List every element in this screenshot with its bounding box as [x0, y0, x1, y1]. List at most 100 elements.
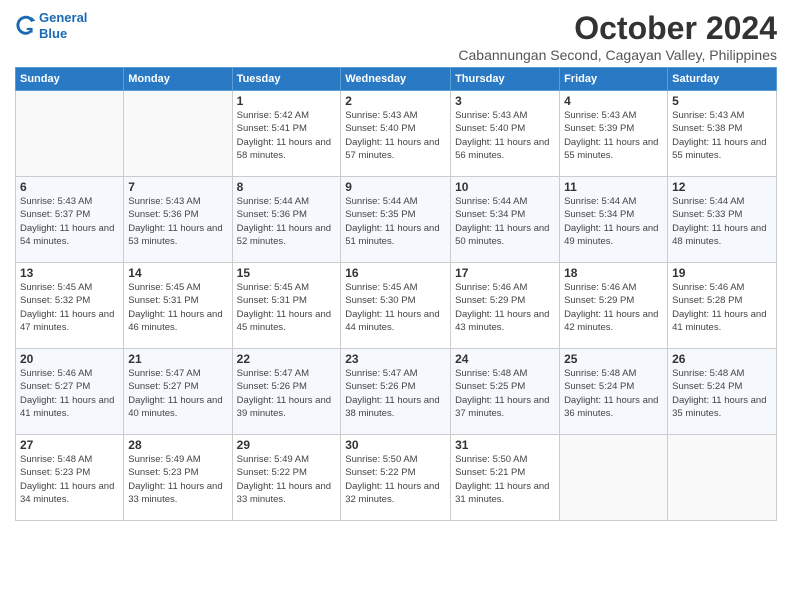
calendar-week-row: 27Sunrise: 5:48 AM Sunset: 5:23 PM Dayli…	[16, 435, 777, 521]
calendar-cell: 19Sunrise: 5:46 AM Sunset: 5:28 PM Dayli…	[668, 263, 777, 349]
day-number: 3	[455, 94, 555, 108]
day-info: Sunrise: 5:48 AM Sunset: 5:24 PM Dayligh…	[564, 367, 663, 420]
day-number: 26	[672, 352, 772, 366]
day-info: Sunrise: 5:45 AM Sunset: 5:31 PM Dayligh…	[237, 281, 337, 334]
header: General Blue October 2024 Cabannungan Se…	[15, 10, 777, 63]
day-info: Sunrise: 5:43 AM Sunset: 5:37 PM Dayligh…	[20, 195, 119, 248]
day-number: 23	[345, 352, 446, 366]
calendar-day-header: Monday	[124, 68, 232, 91]
day-number: 7	[128, 180, 227, 194]
day-number: 6	[20, 180, 119, 194]
calendar-header-row: SundayMondayTuesdayWednesdayThursdayFrid…	[16, 68, 777, 91]
day-number: 12	[672, 180, 772, 194]
day-info: Sunrise: 5:43 AM Sunset: 5:40 PM Dayligh…	[455, 109, 555, 162]
calendar-day-header: Sunday	[16, 68, 124, 91]
day-number: 18	[564, 266, 663, 280]
calendar-week-row: 20Sunrise: 5:46 AM Sunset: 5:27 PM Dayli…	[16, 349, 777, 435]
day-number: 16	[345, 266, 446, 280]
calendar-cell: 24Sunrise: 5:48 AM Sunset: 5:25 PM Dayli…	[451, 349, 560, 435]
calendar-cell: 10Sunrise: 5:44 AM Sunset: 5:34 PM Dayli…	[451, 177, 560, 263]
day-number: 17	[455, 266, 555, 280]
day-number: 24	[455, 352, 555, 366]
calendar-cell: 31Sunrise: 5:50 AM Sunset: 5:21 PM Dayli…	[451, 435, 560, 521]
title-block: October 2024 Cabannungan Second, Cagayan…	[458, 10, 777, 63]
day-number: 11	[564, 180, 663, 194]
day-number: 30	[345, 438, 446, 452]
day-info: Sunrise: 5:50 AM Sunset: 5:21 PM Dayligh…	[455, 453, 555, 506]
calendar-cell	[668, 435, 777, 521]
calendar-cell: 26Sunrise: 5:48 AM Sunset: 5:24 PM Dayli…	[668, 349, 777, 435]
day-info: Sunrise: 5:43 AM Sunset: 5:38 PM Dayligh…	[672, 109, 772, 162]
day-number: 31	[455, 438, 555, 452]
day-info: Sunrise: 5:48 AM Sunset: 5:24 PM Dayligh…	[672, 367, 772, 420]
day-number: 9	[345, 180, 446, 194]
page: General Blue October 2024 Cabannungan Se…	[0, 0, 792, 612]
day-info: Sunrise: 5:46 AM Sunset: 5:29 PM Dayligh…	[564, 281, 663, 334]
day-number: 25	[564, 352, 663, 366]
calendar-cell: 22Sunrise: 5:47 AM Sunset: 5:26 PM Dayli…	[232, 349, 341, 435]
day-info: Sunrise: 5:44 AM Sunset: 5:35 PM Dayligh…	[345, 195, 446, 248]
day-info: Sunrise: 5:44 AM Sunset: 5:33 PM Dayligh…	[672, 195, 772, 248]
day-number: 4	[564, 94, 663, 108]
calendar-cell: 7Sunrise: 5:43 AM Sunset: 5:36 PM Daylig…	[124, 177, 232, 263]
day-info: Sunrise: 5:49 AM Sunset: 5:22 PM Dayligh…	[237, 453, 337, 506]
day-number: 2	[345, 94, 446, 108]
main-title: October 2024	[458, 10, 777, 47]
day-info: Sunrise: 5:43 AM Sunset: 5:36 PM Dayligh…	[128, 195, 227, 248]
calendar-day-header: Saturday	[668, 68, 777, 91]
calendar-cell: 14Sunrise: 5:45 AM Sunset: 5:31 PM Dayli…	[124, 263, 232, 349]
day-number: 22	[237, 352, 337, 366]
calendar-cell: 25Sunrise: 5:48 AM Sunset: 5:24 PM Dayli…	[560, 349, 668, 435]
calendar-cell: 29Sunrise: 5:49 AM Sunset: 5:22 PM Dayli…	[232, 435, 341, 521]
logo-icon	[15, 15, 37, 37]
calendar-cell	[560, 435, 668, 521]
day-number: 27	[20, 438, 119, 452]
calendar-table: SundayMondayTuesdayWednesdayThursdayFrid…	[15, 67, 777, 521]
calendar-week-row: 6Sunrise: 5:43 AM Sunset: 5:37 PM Daylig…	[16, 177, 777, 263]
day-info: Sunrise: 5:45 AM Sunset: 5:31 PM Dayligh…	[128, 281, 227, 334]
day-number: 5	[672, 94, 772, 108]
calendar-cell: 3Sunrise: 5:43 AM Sunset: 5:40 PM Daylig…	[451, 91, 560, 177]
day-info: Sunrise: 5:46 AM Sunset: 5:29 PM Dayligh…	[455, 281, 555, 334]
calendar-cell: 9Sunrise: 5:44 AM Sunset: 5:35 PM Daylig…	[341, 177, 451, 263]
day-info: Sunrise: 5:43 AM Sunset: 5:39 PM Dayligh…	[564, 109, 663, 162]
calendar-week-row: 13Sunrise: 5:45 AM Sunset: 5:32 PM Dayli…	[16, 263, 777, 349]
calendar-cell: 15Sunrise: 5:45 AM Sunset: 5:31 PM Dayli…	[232, 263, 341, 349]
calendar-cell: 6Sunrise: 5:43 AM Sunset: 5:37 PM Daylig…	[16, 177, 124, 263]
calendar-cell: 11Sunrise: 5:44 AM Sunset: 5:34 PM Dayli…	[560, 177, 668, 263]
day-info: Sunrise: 5:47 AM Sunset: 5:26 PM Dayligh…	[237, 367, 337, 420]
day-number: 10	[455, 180, 555, 194]
calendar-cell: 30Sunrise: 5:50 AM Sunset: 5:22 PM Dayli…	[341, 435, 451, 521]
day-info: Sunrise: 5:45 AM Sunset: 5:32 PM Dayligh…	[20, 281, 119, 334]
calendar-day-header: Friday	[560, 68, 668, 91]
day-info: Sunrise: 5:46 AM Sunset: 5:28 PM Dayligh…	[672, 281, 772, 334]
calendar-cell	[124, 91, 232, 177]
calendar-day-header: Tuesday	[232, 68, 341, 91]
day-info: Sunrise: 5:50 AM Sunset: 5:22 PM Dayligh…	[345, 453, 446, 506]
day-info: Sunrise: 5:48 AM Sunset: 5:23 PM Dayligh…	[20, 453, 119, 506]
calendar-cell	[16, 91, 124, 177]
logo-text: General Blue	[39, 10, 87, 41]
day-info: Sunrise: 5:49 AM Sunset: 5:23 PM Dayligh…	[128, 453, 227, 506]
day-info: Sunrise: 5:43 AM Sunset: 5:40 PM Dayligh…	[345, 109, 446, 162]
calendar-cell: 1Sunrise: 5:42 AM Sunset: 5:41 PM Daylig…	[232, 91, 341, 177]
calendar-cell: 21Sunrise: 5:47 AM Sunset: 5:27 PM Dayli…	[124, 349, 232, 435]
day-info: Sunrise: 5:44 AM Sunset: 5:34 PM Dayligh…	[564, 195, 663, 248]
day-number: 8	[237, 180, 337, 194]
subtitle: Cabannungan Second, Cagayan Valley, Phil…	[458, 47, 777, 63]
day-number: 1	[237, 94, 337, 108]
calendar-day-header: Wednesday	[341, 68, 451, 91]
day-info: Sunrise: 5:46 AM Sunset: 5:27 PM Dayligh…	[20, 367, 119, 420]
calendar-cell: 28Sunrise: 5:49 AM Sunset: 5:23 PM Dayli…	[124, 435, 232, 521]
day-info: Sunrise: 5:44 AM Sunset: 5:34 PM Dayligh…	[455, 195, 555, 248]
day-number: 29	[237, 438, 337, 452]
calendar-cell: 8Sunrise: 5:44 AM Sunset: 5:36 PM Daylig…	[232, 177, 341, 263]
calendar-cell: 27Sunrise: 5:48 AM Sunset: 5:23 PM Dayli…	[16, 435, 124, 521]
calendar-cell: 20Sunrise: 5:46 AM Sunset: 5:27 PM Dayli…	[16, 349, 124, 435]
calendar-cell: 18Sunrise: 5:46 AM Sunset: 5:29 PM Dayli…	[560, 263, 668, 349]
calendar-cell: 2Sunrise: 5:43 AM Sunset: 5:40 PM Daylig…	[341, 91, 451, 177]
calendar-cell: 12Sunrise: 5:44 AM Sunset: 5:33 PM Dayli…	[668, 177, 777, 263]
day-number: 20	[20, 352, 119, 366]
calendar-cell: 4Sunrise: 5:43 AM Sunset: 5:39 PM Daylig…	[560, 91, 668, 177]
calendar-cell: 17Sunrise: 5:46 AM Sunset: 5:29 PM Dayli…	[451, 263, 560, 349]
